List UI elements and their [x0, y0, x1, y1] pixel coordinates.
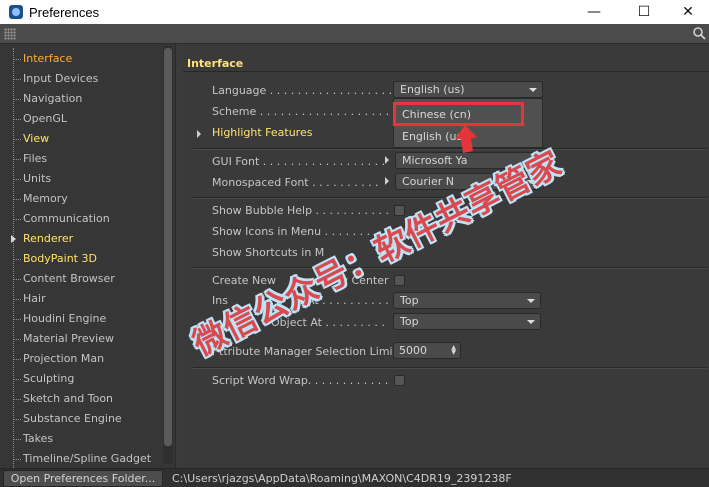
spinner-icon[interactable]: ▲ ▼ [451, 345, 456, 356]
chevron-down-icon [527, 320, 535, 324]
attr-limit-value: 5000 [399, 344, 427, 357]
paste-at-dropdown[interactable]: Top [393, 313, 541, 330]
sidebar-item-files[interactable]: Files [0, 149, 160, 169]
expand-arrow-icon[interactable] [11, 235, 16, 243]
window-title: Preferences [29, 4, 100, 20]
sidebar-item-renderer[interactable]: Renderer [0, 229, 160, 249]
language-value: English (us) [400, 83, 465, 96]
grip-icon[interactable] [4, 28, 16, 40]
highlight-features-label[interactable]: Highlight Features [212, 126, 312, 139]
preferences-path: C:\Users\rjazgs\AppData\Roaming\MAXON\C4… [172, 472, 512, 485]
close-button[interactable]: ✕ [665, 0, 709, 24]
mono-font-label: Monospaced Font . . . . . . . . . . [212, 176, 379, 189]
script-wrap-checkbox[interactable] [394, 375, 405, 386]
sidebar-item-memory[interactable]: Memory [0, 189, 160, 209]
shortcuts-in-menu-label: Show Shortcuts in M [212, 246, 325, 259]
language-label: Language . . . . . . . . . . . . . . . .… [212, 84, 414, 97]
status-bar: Open Preferences Folder... C:\Users\rjaz… [0, 468, 709, 487]
sidebar-item-substance-engine[interactable]: Substance Engine [0, 409, 160, 429]
chevron-down-icon [527, 299, 535, 303]
sidebar-item-hair[interactable]: Hair [0, 289, 160, 309]
gui-font-label: GUI Font . . . . . . . . . . . . . . . .… [212, 155, 386, 168]
sidebar-item-interface[interactable]: Interface [0, 49, 160, 69]
language-dropdown[interactable]: English (us) [393, 81, 543, 98]
sidebar: Interface Input Devices Navigation OpenG… [0, 44, 176, 468]
annotation-arrow-icon [455, 125, 477, 153]
section-header: Interface [183, 55, 709, 72]
sidebar-item-projection-man[interactable]: Projection Man [0, 349, 160, 369]
window-titlebar: Preferences — ☐ ✕ [0, 0, 709, 24]
expand-arrow-icon[interactable] [197, 130, 201, 138]
bubble-help-label: Show Bubble Help . . . . . . . . . . . [212, 204, 389, 217]
sidebar-item-opengl[interactable]: OpenGL [0, 109, 160, 129]
sidebar-item-material-preview[interactable]: Material Preview [0, 329, 160, 349]
open-preferences-folder-button[interactable]: Open Preferences Folder... [3, 470, 163, 487]
sidebar-item-communication[interactable]: Communication [0, 209, 160, 229]
search-icon[interactable] [692, 26, 706, 40]
expand-arrow-icon[interactable] [385, 156, 389, 164]
script-wrap-label: Script Word Wrap. . . . . . . . . . . . [212, 374, 389, 387]
sidebar-item-sculpting[interactable]: Sculpting [0, 369, 160, 389]
divider [193, 267, 707, 269]
sidebar-item-view[interactable]: View [0, 129, 160, 149]
toolbar [0, 24, 709, 44]
sidebar-item-sketch-toon[interactable]: Sketch and Toon [0, 389, 160, 409]
app-icon [9, 5, 23, 19]
sidebar-item-navigation[interactable]: Navigation [0, 89, 160, 109]
expand-arrow-icon[interactable] [385, 177, 389, 185]
insert-at-dropdown[interactable]: Top [393, 292, 541, 309]
insert-at-value: Top [400, 294, 419, 307]
gui-font-value: Microsoft Ya [402, 154, 468, 167]
create-new-checkbox[interactable] [394, 275, 405, 286]
sidebar-item-content-browser[interactable]: Content Browser [0, 269, 160, 289]
sidebar-item-takes[interactable]: Takes [0, 429, 160, 449]
attr-limit-field[interactable]: 5000 ▲ ▼ [393, 342, 461, 359]
paste-at-value: Top [400, 315, 419, 328]
sidebar-scroll-thumb[interactable] [164, 48, 172, 446]
chevron-down-icon [529, 88, 537, 92]
divider [193, 148, 707, 150]
sidebar-item-bodypaint[interactable]: BodyPaint 3D [0, 249, 160, 269]
sidebar-item-houdini-engine[interactable]: Houdini Engine [0, 309, 160, 329]
mono-font-value: Courier N [402, 175, 454, 188]
sidebar-item-timeline[interactable]: Timeline/Spline Gadget [0, 449, 160, 469]
scheme-label: Scheme . . . . . . . . . . . . . . . . .… [212, 105, 411, 118]
maximize-button[interactable]: ☐ [621, 0, 667, 24]
divider [193, 367, 707, 369]
attr-limit-label: ttribute Manager Selection Limit [219, 345, 397, 358]
minimize-button[interactable]: — [571, 0, 617, 24]
sidebar-item-input-devices[interactable]: Input Devices [0, 69, 160, 89]
sidebar-item-units[interactable]: Units [0, 169, 160, 189]
